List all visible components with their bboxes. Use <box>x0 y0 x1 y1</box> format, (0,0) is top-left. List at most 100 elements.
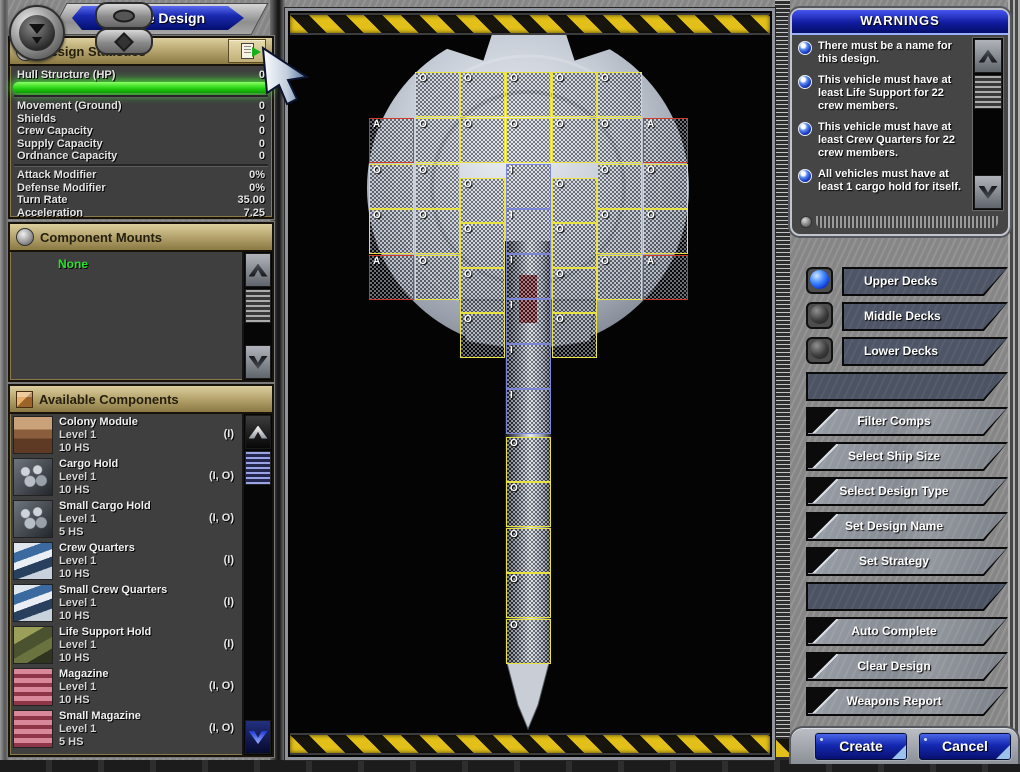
deck-radio-middle-decks[interactable] <box>806 302 833 329</box>
design-slot-O[interactable]: O <box>597 72 642 117</box>
design-slot-O[interactable]: O <box>552 118 597 163</box>
filter-comps-button[interactable]: Filter Comps <box>806 407 1008 436</box>
slot-type-label: O <box>419 165 427 177</box>
design-slot-O[interactable]: O <box>415 164 460 209</box>
design-slot-A[interactable]: A <box>369 118 414 163</box>
design-slot-O[interactable]: O <box>552 72 597 117</box>
auto-complete-button[interactable]: Auto Complete <box>806 617 1008 646</box>
design-slot-O[interactable]: O <box>506 619 551 664</box>
scrollbar-thumb[interactable] <box>245 451 271 485</box>
design-slot-O[interactable]: O <box>460 72 505 117</box>
deck-button-middle-decks[interactable]: Middle Decks <box>842 302 1008 331</box>
weapons-report-button[interactable]: Weapons Report <box>806 687 1008 716</box>
scroll-down-button[interactable] <box>245 345 271 379</box>
select-design-type-button[interactable]: Select Design Type <box>806 477 1008 506</box>
deck-button-lower-decks[interactable]: Lower Decks <box>842 337 1008 366</box>
design-slot-O[interactable]: O <box>597 255 642 300</box>
arrow-down-icon <box>979 186 998 199</box>
design-slot-O[interactable]: O <box>415 255 460 300</box>
design-slot-O[interactable]: O <box>460 178 505 223</box>
component-list-item[interactable]: Small Cargo HoldLevel 15 HS(I, O) <box>10 498 242 540</box>
design-slot-A[interactable]: A <box>369 255 414 300</box>
design-slot-O[interactable]: O <box>369 209 414 254</box>
scroll-up-button[interactable] <box>974 39 1002 73</box>
design-slot-O[interactable]: O <box>643 209 688 254</box>
component-list-item[interactable]: Colony ModuleLevel 110 HS(I) <box>10 414 242 456</box>
component-slot-types: (I) <box>224 638 234 650</box>
diamond-button[interactable] <box>95 28 153 55</box>
design-slot-O[interactable]: O <box>460 223 505 268</box>
design-slot-I[interactable]: I <box>506 299 551 344</box>
scrollbar-thumb[interactable] <box>245 289 271 323</box>
design-slot-O[interactable]: O <box>506 482 551 527</box>
stat-row: Hull Structure (HP)0 <box>10 69 272 81</box>
design-slot-O[interactable]: O <box>597 164 642 209</box>
slot-type-label: O <box>601 73 609 85</box>
scroll-down-button[interactable] <box>974 175 1002 209</box>
stat-row: Crew Capacity0 <box>10 125 272 137</box>
design-slot-A[interactable]: A <box>643 118 688 163</box>
scroll-up-button[interactable] <box>245 415 271 449</box>
component-list-item[interactable]: Crew QuartersLevel 110 HS(I) <box>10 540 242 582</box>
deck-button-upper-decks[interactable]: Upper Decks <box>842 267 1008 296</box>
main-menu-button[interactable] <box>9 5 65 61</box>
mounts-scrollbar <box>242 252 272 380</box>
deck-radio-upper-decks[interactable] <box>806 267 833 294</box>
design-slot-O[interactable]: O <box>415 118 460 163</box>
emblem-icon <box>19 15 55 51</box>
slot-type-label: O <box>510 483 518 495</box>
design-slot-O[interactable]: O <box>415 209 460 254</box>
design-slot-O[interactable]: O <box>415 72 460 117</box>
eye-button[interactable] <box>95 2 153 29</box>
component-name: Crew Quarters <box>59 542 135 555</box>
design-slot-I[interactable]: I <box>506 344 551 389</box>
arrow-down-icon <box>249 356 268 369</box>
design-slot-O[interactable]: O <box>460 118 505 163</box>
corner-fold-icon <box>808 479 838 503</box>
design-slot-A[interactable]: A <box>643 255 688 300</box>
design-slot-O[interactable]: O <box>506 437 551 482</box>
design-slot-O[interactable]: O <box>643 164 688 209</box>
design-slot-O[interactable]: O <box>369 164 414 209</box>
scroll-up-button[interactable] <box>245 253 271 287</box>
design-slot-I[interactable]: I <box>506 389 551 434</box>
design-slot-O[interactable]: O <box>506 118 551 163</box>
component-size: 10 HS <box>59 442 138 455</box>
empty-slot <box>806 372 1008 401</box>
corner-fold-icon <box>808 514 838 538</box>
design-slot-O[interactable]: O <box>552 178 597 223</box>
design-slot-O[interactable]: O <box>552 313 597 358</box>
slot-type-label: A <box>373 256 380 268</box>
design-slot-I[interactable]: I <box>506 254 551 299</box>
component-list-item[interactable]: Small Crew QuartersLevel 110 HS(I) <box>10 582 242 624</box>
warning-item: There must be a name for this design. <box>798 40 970 66</box>
cancel-button[interactable]: Cancel <box>919 733 1011 760</box>
design-slot-O[interactable]: O <box>597 209 642 254</box>
design-slot-I[interactable]: I <box>506 209 551 254</box>
deck-radio-lower-decks[interactable] <box>806 337 833 364</box>
component-list-item[interactable]: Small MagazineLevel 15 HS(I, O) <box>10 708 242 750</box>
component-list-item[interactable]: MagazineLevel 110 HS(I, O) <box>10 666 242 708</box>
design-slot-O[interactable]: O <box>552 268 597 313</box>
design-slot-O[interactable]: O <box>506 72 551 117</box>
design-slot-O[interactable]: O <box>460 313 505 358</box>
set-design-name-button[interactable]: Set Design Name <box>806 512 1008 541</box>
scrollbar-thumb[interactable] <box>974 75 1002 109</box>
design-slot-O[interactable]: O <box>597 118 642 163</box>
slot-type-label: O <box>510 529 518 541</box>
component-list-item[interactable]: Cargo HoldLevel 110 HS(I, O) <box>10 456 242 498</box>
button-label: Weapons Report <box>846 694 941 708</box>
component-list-item[interactable]: Life Support HoldLevel 110 HS(I) <box>10 624 242 666</box>
design-slot-I[interactable]: I <box>506 164 551 209</box>
design-slot-O[interactable]: O <box>552 223 597 268</box>
scroll-down-button[interactable] <box>245 720 271 754</box>
design-slot-O[interactable]: O <box>506 528 551 573</box>
clear-design-button[interactable]: Clear Design <box>806 652 1008 681</box>
create-button[interactable]: Create <box>815 733 907 760</box>
design-slot-O[interactable]: O <box>460 268 505 313</box>
arrow-up-icon <box>979 50 998 63</box>
design-slot-O[interactable]: O <box>506 573 551 618</box>
corner-fold-icon <box>808 444 838 468</box>
select-ship-size-button[interactable]: Select Ship Size <box>806 442 1008 471</box>
set-strategy-button[interactable]: Set Strategy <box>806 547 1008 576</box>
